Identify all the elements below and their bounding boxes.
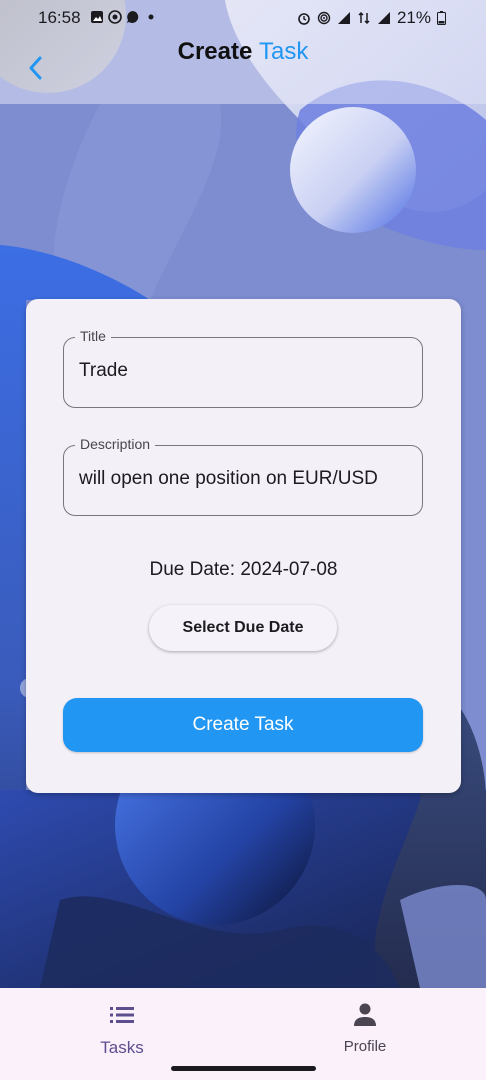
list-icon xyxy=(110,1007,134,1023)
create-task-card: Title Trade Description will open one po… xyxy=(26,299,461,793)
hotspot-icon xyxy=(317,11,331,25)
status-time: 16:58 xyxy=(38,8,81,27)
nav-item-profile[interactable]: Profile xyxy=(300,1000,430,1055)
page-title-part1: Create xyxy=(177,38,253,65)
home-indicator[interactable] xyxy=(171,1066,316,1071)
nav-item-tasks[interactable]: Tasks xyxy=(57,1000,187,1058)
page-title-part2: Task xyxy=(259,38,309,65)
due-date-display: Due Date: 2024-07-08 xyxy=(26,559,461,581)
title-field-label: Title xyxy=(75,328,111,344)
data-icon xyxy=(358,11,370,25)
due-date-label: Due Date: xyxy=(149,559,236,580)
notification-icons xyxy=(90,10,158,24)
title-input[interactable]: Trade xyxy=(79,360,407,382)
title-field[interactable]: Title Trade xyxy=(63,328,423,408)
alarm-icon xyxy=(298,13,310,25)
dot-icon xyxy=(148,14,154,20)
create-task-button[interactable]: Create Task xyxy=(63,698,423,752)
chat-icon xyxy=(127,11,139,23)
description-field[interactable]: Description will open one position on EU… xyxy=(63,436,423,516)
description-input[interactable]: will open one position on EUR/USD xyxy=(79,468,407,490)
battery-icon xyxy=(437,11,446,25)
page-title: Create Task xyxy=(0,38,486,66)
nav-item-profile-label: Profile xyxy=(343,1038,387,1055)
signal-icon xyxy=(337,12,350,24)
person-icon xyxy=(354,1003,376,1026)
whatsapp-icon xyxy=(108,10,122,24)
status-bar: 16:58 21% xyxy=(0,0,486,36)
gallery-icon xyxy=(91,11,103,23)
battery-percent: 21% xyxy=(396,8,431,27)
system-icons: 21% xyxy=(297,8,446,28)
bottom-navigation: Tasks Profile xyxy=(0,988,486,1080)
select-due-date-button[interactable]: Select Due Date xyxy=(149,605,337,651)
description-input-text: will open one position on EUR/USD xyxy=(79,468,378,489)
nav-item-tasks-label: Tasks xyxy=(100,1038,144,1057)
signal-icon-2 xyxy=(377,12,390,24)
description-field-label: Description xyxy=(75,436,156,452)
due-date-value: 2024-07-08 xyxy=(240,559,338,580)
